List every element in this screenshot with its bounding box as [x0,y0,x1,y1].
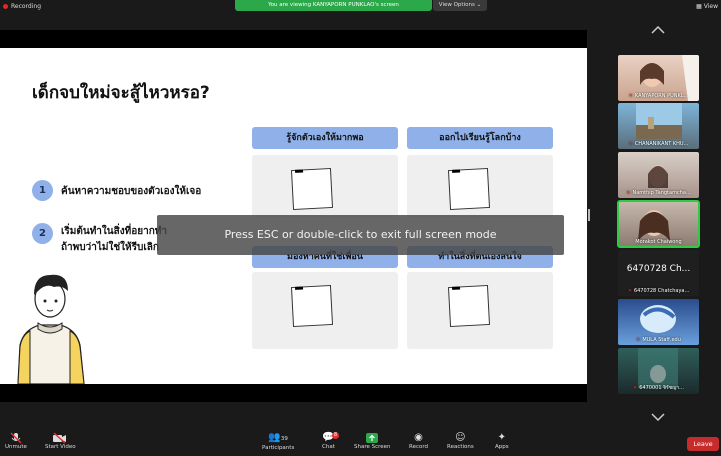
item-text-2-line-1: เริ่มต้นทำในสิ่งที่อยากทำ [61,226,167,237]
item-text-1: ค้นหาความชอบของตัวเองให้เจอ [61,186,202,197]
shared-screen-top-bar [0,30,587,48]
people-icon: 👥 [268,432,281,443]
character-illustration [17,274,85,384]
muted-mic-icon: ✕ [628,93,633,99]
video-off-icon [52,432,68,444]
record-button[interactable]: ◉ Record [409,432,428,450]
unmute-button[interactable]: Unmute [5,432,27,450]
apps-icon: ✦ [497,432,506,443]
scroll-down-chevron-icon[interactable] [651,413,665,421]
recording-dot-icon [3,4,8,9]
record-icon: ◉ [414,432,423,443]
item-text-2-line-2: ถ้าพบว่าไม่ใช่ให้รีบเลิก [61,242,159,253]
shared-screen-bottom-bar [0,384,587,402]
participant-count: 39 [280,436,288,442]
item-number-1: 1 [32,180,53,201]
sticky-note-4 [447,284,491,328]
muted-mic-icon: ✕ [626,190,631,196]
sticky-note-1 [290,167,334,211]
sticky-note-3 [290,284,334,328]
reactions-icon: ☺ [455,432,466,443]
reactions-button[interactable]: ☺ Reactions [447,432,474,450]
grid-icon: ▦ [696,3,702,10]
card-body-1 [252,155,398,217]
muted-mic-icon: ✕ [633,385,638,391]
muted-mic-icon: ✕ [627,288,632,294]
recording-indicator: Recording [3,3,41,10]
fullscreen-exit-hint: Press ESC or double-click to exit full s… [157,215,564,255]
viewing-screen-banner: You are viewing KANYAPORN PUNKLAO's scre… [235,0,432,11]
participants-button[interactable]: 👥39 Participants [262,432,294,451]
view-button[interactable]: ▦ View [696,3,718,10]
card-header-2: ออกไปเรียนรู้โลกบ้าง [407,127,553,149]
participant-tile-6[interactable]: ✕ MULA Staff.edu [618,299,699,345]
share-screen-button[interactable]: Share Screen [354,432,391,450]
item-number-2: 2 [32,223,53,244]
card-body-4 [407,272,553,349]
meeting-toolbar: Unmute Start Video 👥39 Participants 💬 Ch… [0,430,721,456]
chat-button[interactable]: 💬 Chat 8 [322,432,339,450]
muted-microphone-icon [9,432,23,444]
participant-tile-5[interactable]: 6470728 Ch... ✕ 6470728 Chatchaya... [618,250,699,296]
muted-mic-icon: ✕ [628,141,633,147]
sticky-note-2 [447,167,491,211]
start-video-button[interactable]: Start Video [45,432,76,450]
chevron-down-icon: ⌄ [476,2,482,8]
card-body-2 [407,155,553,217]
chat-unread-badge: 8 [332,432,339,439]
participant-tile-4-active-speaker[interactable]: Morakot Chaiwong [617,200,700,248]
card-header-1: รู้จักตัวเองให้มากพอ [252,127,398,149]
participant-tile-2[interactable]: ✕ CHANANIKANT KHU... [618,103,699,149]
leave-button[interactable]: Leave [687,437,719,451]
participant-5-display-name: 6470728 Ch... [626,264,691,274]
recording-label: Recording [11,3,42,10]
muted-mic-icon: ✕ [636,337,641,343]
view-options-button[interactable]: View Options ⌄ [433,0,487,11]
share-screen-icon [365,432,379,444]
scroll-up-chevron-icon[interactable] [651,26,665,34]
card-body-3 [252,272,398,349]
participant-tile-1[interactable]: ✕ KANYAPORN PUNKL... [618,55,699,101]
participant-tile-3[interactable]: ✕ Namthip Tangtamcha... [618,152,699,198]
participant-tile-7[interactable]: ✕ 6470001 จิรัชญา... [618,348,699,394]
slide-title: เด็กจบใหม่จะสู้ไหวหรอ? [32,83,210,103]
panel-resize-handle[interactable] [588,209,590,221]
meeting-top-bar: Recording You are viewing KANYAPORN PUNK… [0,0,721,14]
apps-button[interactable]: ✦ Apps [495,432,509,450]
